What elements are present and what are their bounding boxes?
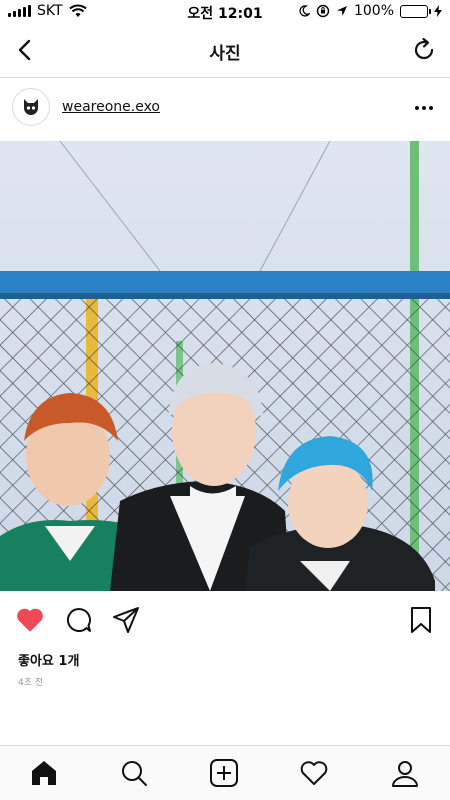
exo-logo-icon	[24, 99, 38, 115]
search-icon[interactable]	[119, 758, 149, 788]
add-post-icon[interactable]	[209, 758, 239, 788]
post-timestamp: 4초 전	[18, 678, 44, 688]
refresh-icon[interactable]	[408, 34, 440, 66]
moon-icon	[299, 5, 310, 17]
photo-image	[0, 141, 450, 591]
battery-percent: 100%	[353, 3, 394, 19]
more-dots-icon[interactable]	[412, 96, 436, 120]
post-photo[interactable]	[0, 141, 450, 591]
page-title: 사진	[209, 44, 241, 64]
post-header: weareone.exo	[0, 78, 450, 141]
status-bar: SKT 오전 12:01 100%	[0, 0, 450, 24]
charging-icon	[434, 5, 442, 17]
home-icon[interactable]	[29, 758, 59, 788]
avatar[interactable]	[12, 88, 50, 126]
location-icon	[336, 6, 347, 16]
username-link[interactable]: weareone.exo	[62, 99, 160, 115]
comment-icon[interactable]	[63, 604, 95, 636]
rotation-lock-icon	[316, 4, 330, 18]
tab-bar	[0, 745, 450, 800]
post-actions	[0, 598, 450, 642]
share-icon[interactable]	[110, 604, 142, 636]
bookmark-icon[interactable]	[405, 604, 437, 636]
status-right: 100%	[298, 3, 442, 19]
nav-bar: 사진	[0, 24, 450, 78]
profile-icon[interactable]	[390, 758, 420, 788]
activity-heart-icon[interactable]	[299, 758, 329, 788]
battery-icon	[400, 4, 431, 18]
heart-icon[interactable]	[14, 604, 46, 636]
likes-count[interactable]: 좋아요 1개	[18, 650, 79, 669]
